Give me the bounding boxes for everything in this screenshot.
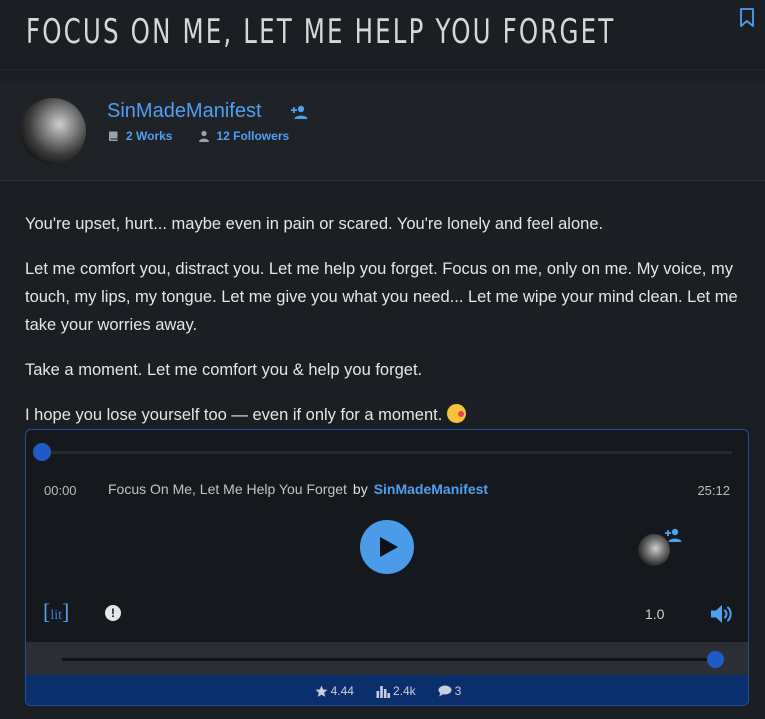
by-label: by — [352, 481, 368, 497]
lit-logo-text: lit — [50, 608, 62, 623]
story-paragraph-last: I hope you lose yourself too — even if o… — [25, 401, 750, 429]
volume-knob[interactable] — [707, 651, 724, 668]
story-paragraph: Take a moment. Let me comfort you & help… — [25, 361, 423, 379]
story-paragraph: You're upset, hurt... maybe even in pain… — [25, 215, 604, 233]
bookmark-icon[interactable] — [739, 8, 755, 28]
progress-knob[interactable] — [33, 443, 51, 461]
artist-link[interactable]: SinMadeManifest — [374, 481, 488, 497]
story-content: You're upset, hurt... maybe even in pain… — [25, 210, 750, 446]
follow-artist-icon[interactable] — [664, 527, 684, 543]
author-name-link[interactable]: SinMadeManifest — [107, 100, 262, 123]
progress-track[interactable] — [42, 451, 732, 454]
audio-player: 00:00 Focus On Me, Let Me Help You Forge… — [25, 429, 749, 706]
track-title: Focus On Me, Let Me Help You Forget — [108, 481, 347, 497]
volume-bar — [26, 642, 748, 675]
stats-footer: 4.44 2.4k 3 — [26, 675, 748, 705]
volume-icon[interactable] — [710, 603, 734, 625]
report-icon[interactable] — [105, 605, 121, 621]
rating-value: 4.44 — [330, 684, 354, 698]
lit-logo[interactable]: [lit] — [43, 599, 69, 625]
story-paragraph: Let me comfort you, distract you. Let me… — [25, 260, 738, 334]
comment-icon — [438, 685, 452, 697]
title-bar: FOCUS ON ME, LET ME HELP YOU FORGET — [0, 0, 765, 70]
play-button[interactable] — [360, 520, 414, 574]
user-icon — [199, 130, 210, 142]
track-info: Focus On Me, Let Me Help You Forget by Sin… — [108, 481, 488, 497]
rating-stat: 4.44 — [315, 684, 354, 698]
listens-value: 2.4k — [392, 684, 416, 698]
play-icon — [380, 537, 398, 557]
follow-user-icon[interactable] — [290, 104, 310, 120]
volume-track[interactable] — [62, 658, 714, 661]
author-bar: SinMadeManifest 2 Works 12 Followers — [0, 81, 765, 181]
current-time: 00:00 — [44, 483, 77, 498]
bar-chart-icon — [376, 685, 390, 698]
author-avatar[interactable] — [20, 98, 86, 164]
comments-value: 3 — [454, 684, 462, 698]
comments-stat[interactable]: 3 — [438, 684, 462, 698]
followers-link[interactable]: 12 Followers — [216, 129, 289, 143]
book-icon — [109, 131, 118, 141]
story-paragraph-text: I hope you lose yourself too — even if o… — [25, 406, 443, 424]
page-title: FOCUS ON ME, LET ME HELP YOU FORGET — [26, 12, 616, 52]
total-time: 25:12 — [697, 483, 730, 498]
star-icon — [315, 685, 328, 697]
kiss-emoji-icon — [446, 404, 466, 423]
works-link[interactable]: 2 Works — [126, 129, 172, 143]
playback-speed[interactable]: 1.0 — [645, 606, 664, 622]
author-stats: 2 Works 12 Followers — [108, 129, 289, 143]
listens-stat: 2.4k — [376, 684, 416, 698]
